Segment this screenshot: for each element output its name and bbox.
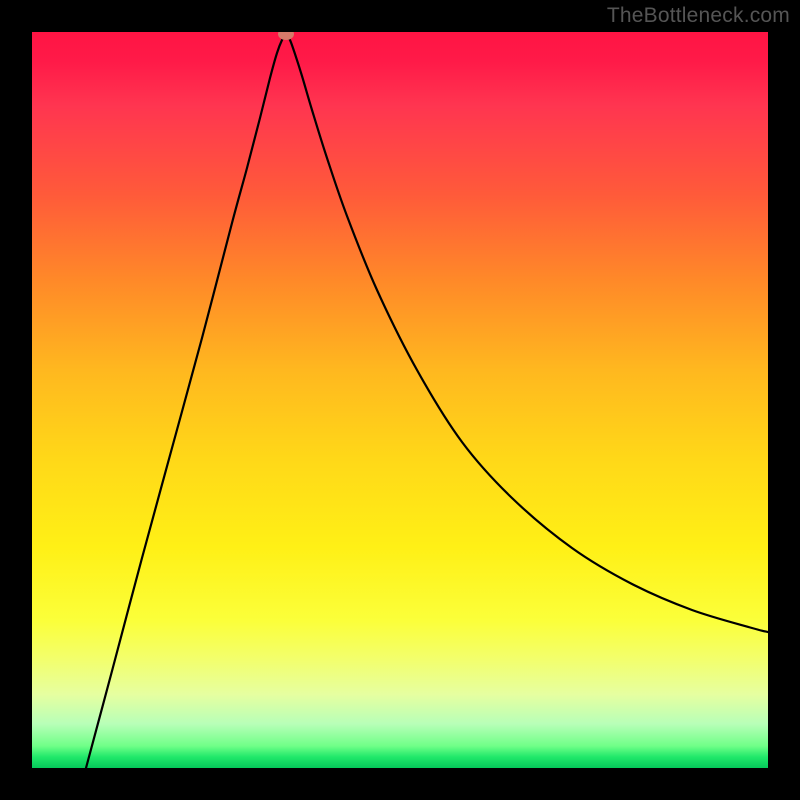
plot-area — [32, 32, 768, 768]
watermark-label: TheBottleneck.com — [607, 4, 790, 28]
bottleneck-curve — [86, 34, 768, 768]
curve-svg — [32, 32, 768, 768]
